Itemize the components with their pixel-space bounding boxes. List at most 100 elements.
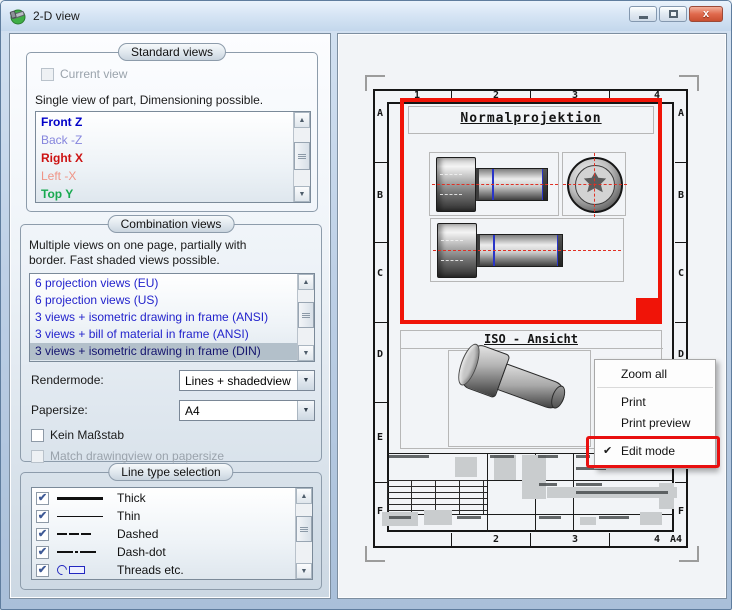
thick-line-icon [57, 497, 109, 500]
scroll-down-icon[interactable]: ▼ [294, 186, 310, 202]
scroll-track[interactable] [298, 290, 314, 345]
list-item[interactable]: 3 views + isometric drawing in frame (AN… [30, 309, 297, 326]
ruler-number: 4 [654, 534, 660, 545]
thick-checkbox[interactable]: ✔ [36, 492, 49, 505]
current-view-checkbox[interactable] [41, 68, 54, 81]
papersize-combo[interactable]: A4 ▼ [179, 400, 315, 421]
title-bar[interactable]: 2-D view x [1, 1, 731, 31]
kein-massstab-checkbox[interactable] [31, 429, 44, 442]
maximize-button[interactable] [659, 6, 687, 22]
scroll-thumb[interactable] [294, 142, 310, 170]
standard-views-caption: Standard views [118, 43, 226, 61]
list-item-selected[interactable]: 3 views + isometric drawing in frame (DI… [30, 343, 297, 360]
scroll-up-icon[interactable]: ▲ [298, 274, 314, 290]
iso-view-title: ISO - Ansicht [401, 332, 661, 346]
selected-view-region[interactable]: Normalprojektion [400, 98, 662, 324]
screw-side-view-2[interactable] [430, 218, 624, 282]
standard-views-group: Standard views Current view Single view … [26, 52, 318, 212]
preview-panel[interactable]: 1 2 3 4 2 3 4 A4 A B C D E F A B C D E F [337, 33, 727, 599]
scroll-down-icon[interactable]: ▼ [296, 563, 312, 579]
ruler-tick [374, 162, 387, 163]
line-type-items: ✔ Thick ✔ Thin ✔ Dashed [32, 488, 295, 579]
list-item[interactable]: Left -X [36, 167, 293, 185]
scroll-thumb[interactable] [298, 302, 314, 328]
menu-item-print-preview[interactable]: Print preview [595, 412, 715, 433]
dashed-checkbox[interactable]: ✔ [36, 528, 49, 541]
menu-item-print[interactable]: Print [595, 391, 715, 412]
list-item[interactable]: Top Y [36, 185, 293, 202]
ruler-tick [609, 533, 610, 547]
line-type-row[interactable]: ✔ Threads etc. [32, 561, 295, 579]
combination-views-caption: Combination views [108, 215, 235, 233]
paper-corner-mark [365, 546, 385, 562]
match-drawingview-checkbox-row[interactable]: Match drawingview on papersize [31, 449, 224, 463]
standard-views-scrollbar[interactable]: ▲ ▼ [293, 112, 310, 202]
thin-checkbox[interactable]: ✔ [36, 510, 49, 523]
normalprojektion-title-box: Normalprojektion [408, 106, 654, 134]
ruler-tick [451, 533, 452, 547]
line-type-row[interactable]: ✔ Dash-dot [32, 543, 295, 561]
iso-screw-shaft [497, 363, 569, 412]
combination-views-description-1: Multiple views on one page, partially wi… [29, 238, 246, 253]
ruler-letter: C [377, 268, 383, 279]
selection-resize-handle[interactable] [636, 298, 658, 320]
dashed-line-icon [57, 533, 109, 535]
dash-dot-line-icon [57, 551, 109, 553]
scroll-track[interactable] [296, 504, 312, 563]
hidden-line [440, 194, 462, 195]
line-type-scrollbar[interactable]: ▲ ▼ [295, 488, 312, 579]
scroll-up-icon[interactable]: ▲ [296, 488, 312, 504]
window-controls: x [629, 6, 723, 22]
normalprojektion-title: Normalprojektion [409, 111, 653, 126]
dashed-label: Dashed [117, 527, 158, 541]
list-item[interactable]: 6 projection views (EU) [30, 275, 297, 292]
list-item[interactable]: Back -Z [36, 131, 293, 149]
scroll-down-icon[interactable]: ▼ [298, 345, 314, 361]
kein-massstab-checkbox-row[interactable]: Kein Maßstab [31, 428, 124, 442]
thumb-grip [302, 313, 310, 318]
centerline [594, 153, 595, 217]
standard-views-list[interactable]: Front Z Back -Z Right X Left -X Top Y ▲ … [35, 111, 311, 203]
combination-views-group: Combination views Multiple views on one … [20, 224, 322, 462]
ruler-letter: B [678, 190, 684, 201]
ruler-tick [530, 533, 531, 547]
rendermode-combo[interactable]: Lines + shadedview ▼ [179, 370, 315, 391]
ruler-letter: C [678, 268, 684, 279]
line-type-row[interactable]: ✔ Thick [32, 489, 295, 507]
match-drawingview-checkbox[interactable] [31, 450, 44, 463]
chevron-down-icon[interactable]: ▼ [297, 371, 314, 390]
rendermode-value: Lines + shadedview [180, 374, 297, 388]
centerline [432, 184, 558, 185]
scroll-track[interactable] [294, 128, 310, 186]
line-type-list[interactable]: ✔ Thick ✔ Thin ✔ Dashed [31, 487, 313, 580]
menu-item-zoom-all[interactable]: Zoom all [595, 363, 715, 384]
line-type-row[interactable]: ✔ Thin [32, 507, 295, 525]
scroll-thumb[interactable] [296, 516, 312, 542]
dash-dot-checkbox[interactable]: ✔ [36, 546, 49, 559]
scroll-up-icon[interactable]: ▲ [294, 112, 310, 128]
combination-views-scrollbar[interactable]: ▲ ▼ [297, 274, 314, 361]
papersize-value: A4 [180, 404, 297, 418]
match-drawingview-label: Match drawingview on papersize [50, 449, 224, 463]
minimize-button[interactable] [629, 6, 657, 22]
chevron-down-icon[interactable]: ▼ [297, 401, 314, 420]
list-item[interactable]: 3 views + bill of material in frame (ANS… [30, 326, 297, 343]
current-view-checkbox-row[interactable]: Current view [41, 67, 127, 81]
threads-checkbox[interactable]: ✔ [36, 564, 49, 577]
combination-views-list[interactable]: 6 projection views (EU) 6 projection vie… [29, 273, 315, 362]
line-type-row[interactable]: ✔ Dashed [32, 525, 295, 543]
close-button[interactable]: x [689, 6, 723, 22]
list-item[interactable]: Right X [36, 149, 293, 167]
screw-side-view-1[interactable] [429, 152, 559, 216]
window-title: 2-D view [33, 9, 80, 23]
paper-corner-mark [679, 546, 699, 562]
ruler-tick [374, 482, 387, 483]
ruler-tick [675, 242, 688, 243]
list-item[interactable]: Front Z [36, 113, 293, 131]
settings-panel: Standard views Current view Single view … [9, 33, 331, 599]
screw-front-view[interactable] [562, 152, 626, 216]
minimize-icon [639, 16, 648, 19]
hidden-line [440, 174, 462, 175]
list-item[interactable]: 6 projection views (US) [30, 292, 297, 309]
combination-views-description-2: border. Fast shaded views possible. [29, 253, 220, 268]
